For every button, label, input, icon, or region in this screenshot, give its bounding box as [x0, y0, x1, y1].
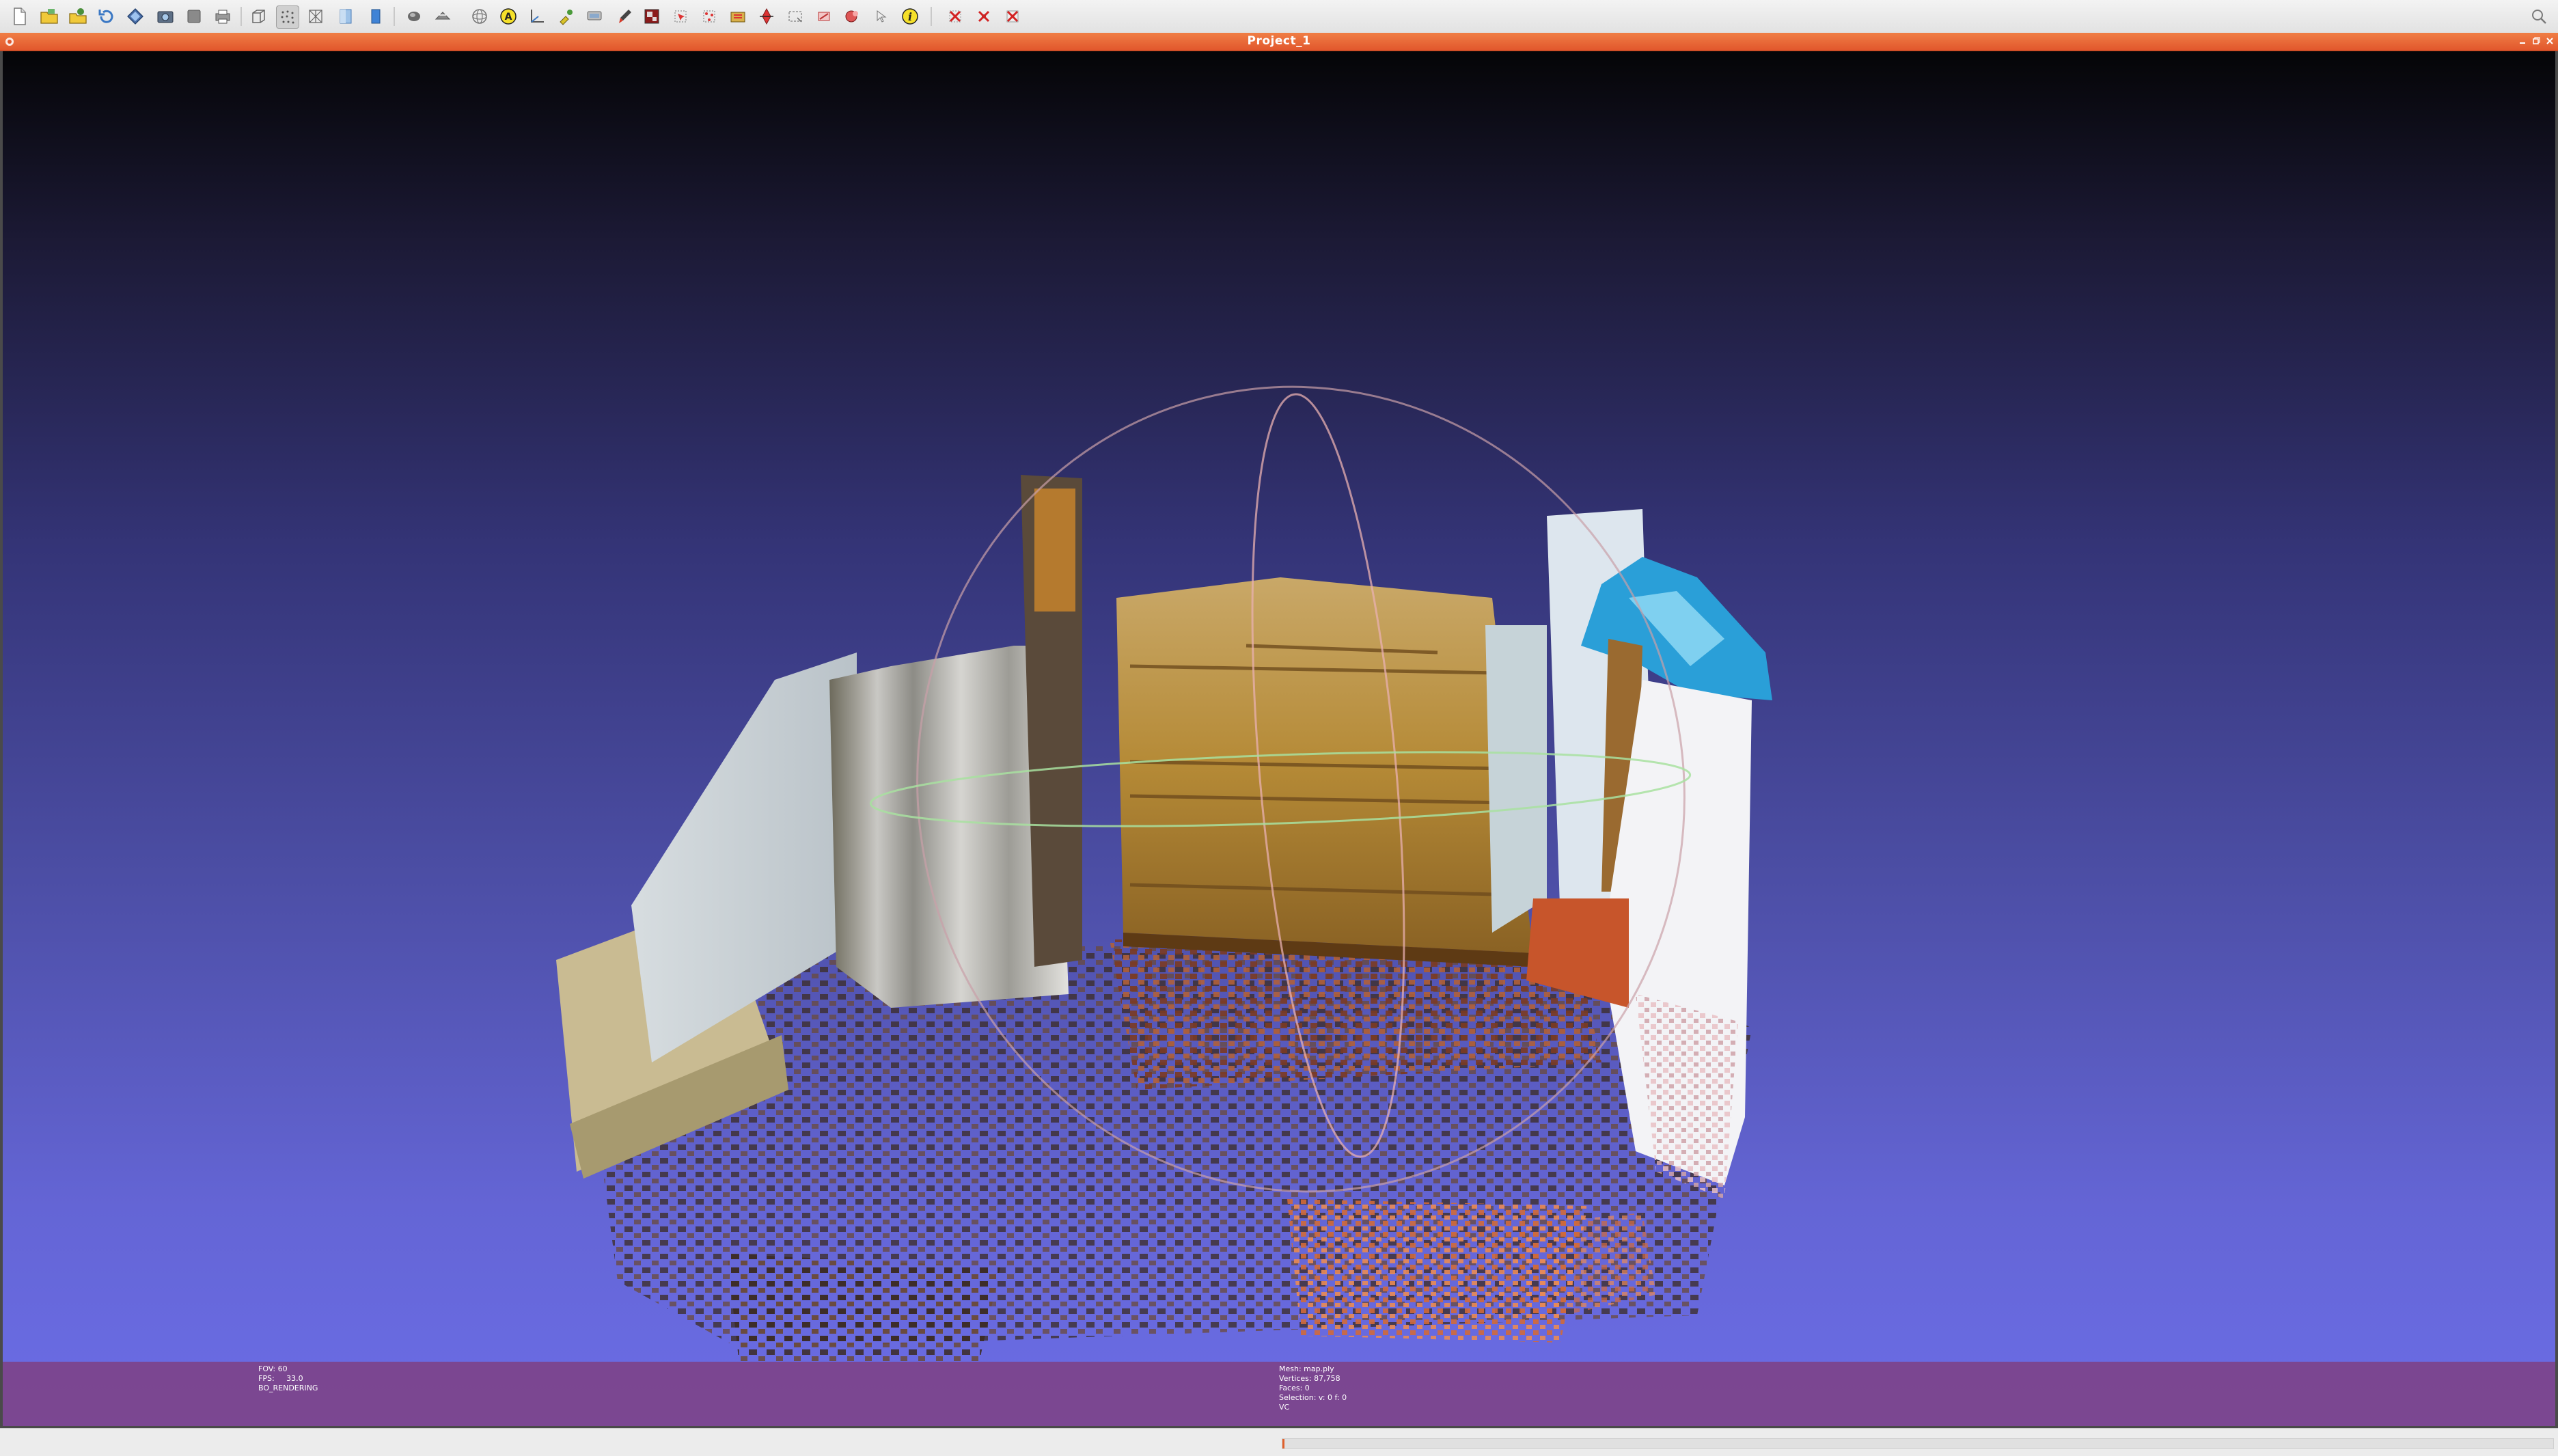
status-bar	[0, 1428, 2558, 1456]
close-icon[interactable]	[2544, 36, 2555, 46]
select-rect-icon[interactable]	[784, 5, 806, 27]
ruler-icon[interactable]	[526, 5, 548, 27]
annotation-a-icon[interactable]: A	[497, 5, 519, 27]
toolbar-separator	[240, 7, 242, 26]
select-vertices-icon[interactable]	[698, 5, 720, 27]
layer-icon[interactable]	[183, 5, 205, 27]
trackball-icon[interactable]	[469, 5, 491, 27]
subwindow-titlebar[interactable]: Project_1	[0, 33, 2558, 51]
mdi-subwindow: Project_1 FOV: 60 FPS: 33.0 BO_RENDERING…	[0, 33, 2558, 1428]
pick-points-icon[interactable]	[555, 5, 577, 27]
vertices-label: Vertices: 87,758	[1279, 1374, 1340, 1383]
delete-vertices-icon[interactable]	[973, 5, 995, 27]
camera-icon[interactable]	[154, 5, 176, 27]
light-icon[interactable]	[403, 5, 425, 27]
selection-label: Selection: v: 0 f: 0	[1279, 1393, 1347, 1402]
smooth-shading-icon[interactable]	[365, 5, 387, 27]
backface-icon[interactable]	[432, 5, 454, 27]
subwindow-title: Project_1	[1247, 34, 1311, 48]
toolbar-separator	[931, 7, 932, 26]
manipulator-icon[interactable]	[756, 5, 778, 27]
brush-icon[interactable]	[614, 5, 635, 27]
z-painting-icon[interactable]	[813, 5, 835, 27]
toolbar-separator	[394, 7, 395, 26]
restore-icon[interactable]	[2531, 36, 2542, 46]
faces-label: Faces: 0	[1279, 1384, 1310, 1392]
open-folder-icon[interactable]	[38, 5, 60, 27]
info-icon[interactable]: i	[899, 5, 921, 27]
delete-all-icon[interactable]	[1002, 5, 1023, 27]
export-mesh-icon[interactable]	[124, 5, 146, 27]
minimize-icon[interactable]	[2517, 36, 2528, 46]
main-toolbar: A i	[0, 0, 2558, 33]
point-cloud-render	[556, 385, 1772, 1362]
select-connected-icon[interactable]	[727, 5, 749, 27]
align-icon[interactable]	[583, 5, 605, 27]
search-icon[interactable]	[2528, 5, 2550, 27]
wireframe-icon[interactable]	[305, 5, 327, 27]
select-faces-icon[interactable]	[670, 5, 691, 27]
progress-marker	[1282, 1439, 1284, 1448]
drag-icon[interactable]	[870, 5, 892, 27]
progress-bar	[1282, 1438, 2554, 1449]
import-mesh-icon[interactable]	[67, 5, 89, 27]
mesh-name-label: Mesh: map.ply	[1279, 1364, 1334, 1373]
3d-viewport[interactable]: FOV: 60 FPS: 33.0 BO_RENDERING Mesh: map…	[3, 51, 2555, 1426]
reload-icon[interactable]	[96, 5, 118, 27]
flat-shading-icon[interactable]	[335, 5, 357, 27]
bounding-box-icon[interactable]	[247, 5, 269, 27]
delete-faces-icon[interactable]	[944, 5, 966, 27]
vc-label: VC	[1279, 1403, 1290, 1412]
fov-label: FOV: 60	[258, 1364, 288, 1373]
select-color-icon[interactable]	[842, 5, 864, 27]
render-mode-label: BO_RENDERING	[258, 1384, 318, 1392]
fps-label: FPS: 33.0	[258, 1374, 303, 1383]
svg-text:i: i	[908, 10, 912, 23]
meshlab-window: A i Project_1 FOV: 60 FPS: 33.0 BO_RENDE…	[0, 0, 2558, 1456]
points-render-icon[interactable]	[276, 5, 299, 29]
new-document-icon[interactable]	[8, 5, 30, 27]
texture-icon[interactable]	[641, 5, 663, 27]
svg-text:A: A	[505, 12, 512, 23]
viewport-info-bar: FOV: 60 FPS: 33.0 BO_RENDERING Mesh: map…	[3, 1362, 2555, 1426]
print-icon[interactable]	[212, 5, 234, 27]
